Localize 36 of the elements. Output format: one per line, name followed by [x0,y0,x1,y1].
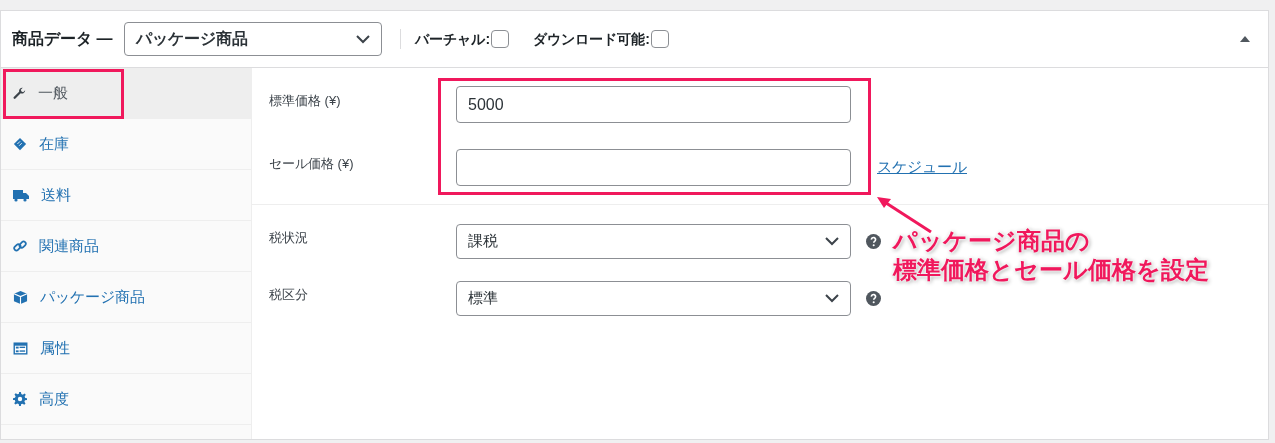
cube-icon [13,289,28,305]
product-type-select[interactable]: パッケージ商品 [124,22,383,56]
chevron-down-icon [825,237,839,246]
sidebar-tab[interactable]: 送料 [1,170,251,221]
wrench-icon [13,86,26,100]
option-checkbox[interactable] [650,30,669,48]
truck-icon [13,188,29,202]
sidebar-tab[interactable]: パッケージ商品 [1,272,251,323]
price-input[interactable] [456,149,851,186]
panel-title: 商品データ — [12,29,113,49]
callout-text: パッケージ商品の 標準価格とセール価格を設定 [893,226,1209,284]
schedule-link[interactable]: スケジュール [877,156,967,179]
field-label: 税区分 [269,285,309,304]
help-icon[interactable] [866,291,881,306]
field-label: 標準価格 (¥) [269,91,342,110]
list-card-icon [13,341,28,355]
collapse-arrow-icon[interactable] [1240,36,1250,42]
option-checkbox[interactable] [491,30,510,48]
sidebar-tab[interactable]: 一般 [1,68,251,119]
help-icon[interactable] [866,234,881,249]
tax-select[interactable]: 標準 [456,281,851,316]
sidebar-tab[interactable]: 属性 [1,323,251,374]
field-label: 税状況 [269,228,309,247]
link-icon [13,239,27,253]
tag-icon [13,137,27,151]
sidebar-tab[interactable]: 高度 [1,374,251,425]
sidebar-tab[interactable]: 関連商品 [1,221,251,272]
gear-icon [13,392,27,406]
tax-select[interactable]: 課税 [456,224,851,259]
chevron-down-icon [825,294,839,303]
price-input[interactable]: 5000 [456,86,851,123]
chevron-down-icon [356,34,371,44]
option-label: バーチャル: [415,29,491,49]
option-label: ダウンロード可能: [533,29,650,49]
sidebar-tab[interactable]: 在庫 [1,119,251,170]
field-label: セール価格 (¥) [269,154,355,173]
